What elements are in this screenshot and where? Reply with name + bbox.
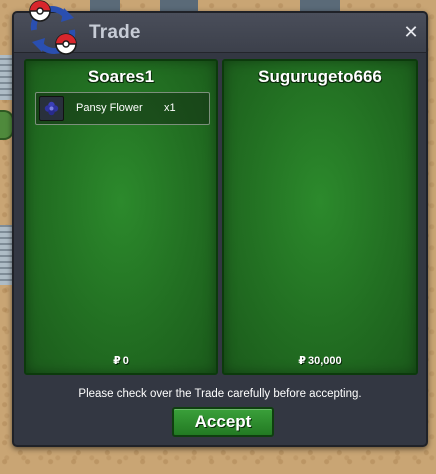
trade-pokeballs-icon (20, 0, 86, 60)
item-quantity: x1 (164, 102, 176, 114)
trade-window: Trade ✕ Soares1 Pansy Flower x1 ₽0 Sugur… (12, 11, 428, 447)
window-title: Trade (89, 22, 141, 43)
trade-panel-partner: Sugurugeto666 ₽30,000 (222, 59, 418, 375)
money-offer-self: ₽0 (26, 354, 216, 367)
accept-button[interactable]: Accept (172, 407, 274, 437)
trade-panel-self: Soares1 Pansy Flower x1 ₽0 (24, 59, 218, 375)
item-name: Pansy Flower (76, 102, 143, 114)
close-icon[interactable]: ✕ (400, 22, 422, 44)
currency-symbol: ₽ (298, 354, 306, 367)
trade-item-slot[interactable]: Pansy Flower x1 (35, 92, 210, 125)
currency-symbol: ₽ (113, 354, 121, 367)
money-offer-partner: ₽30,000 (224, 354, 416, 367)
player-name-self: Soares1 (87, 67, 155, 86)
player-name-partner: Sugurugeto666 (258, 67, 382, 86)
money-amount: 30,000 (308, 355, 342, 367)
pansy-flower-icon (39, 96, 64, 121)
trade-notice: Please check over the Trade carefully be… (78, 388, 362, 400)
money-amount: 0 (122, 355, 129, 367)
